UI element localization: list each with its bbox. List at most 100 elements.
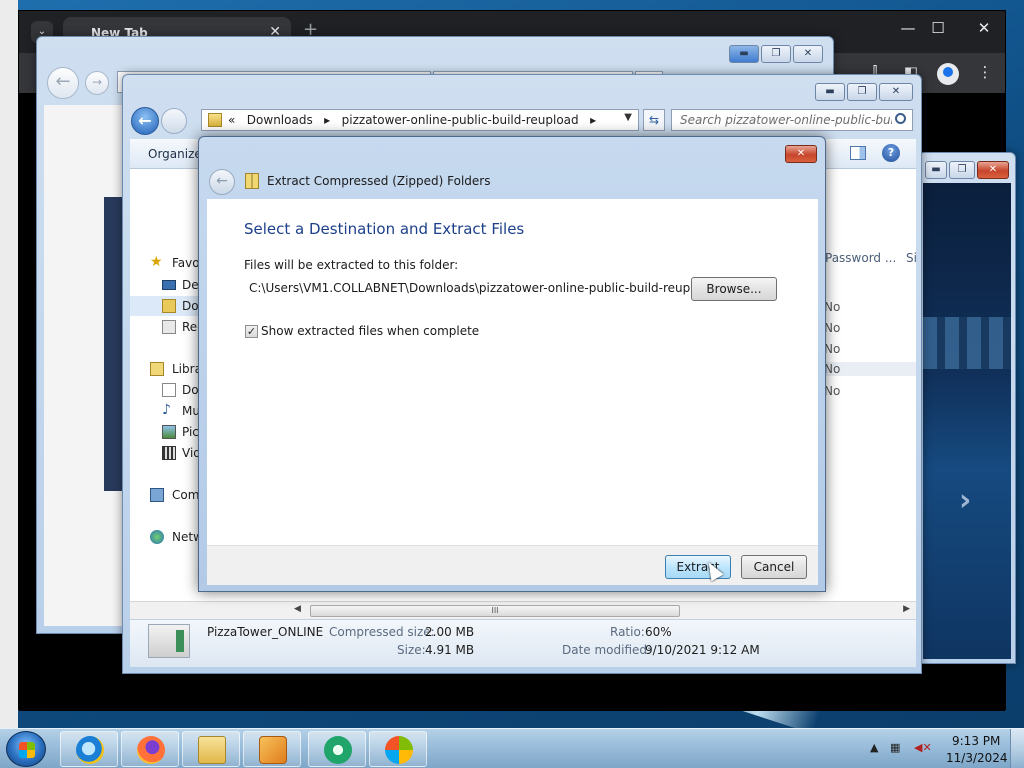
volume-muted-icon[interactable]: ◀✕ <box>914 741 932 754</box>
scrollbar-thumb[interactable]: III <box>310 605 680 617</box>
password-cell: No <box>824 384 841 398</box>
breadcrumb-separator[interactable]: ▸ <box>324 113 330 127</box>
media-close-button[interactable]: ✕ <box>977 161 1009 179</box>
browse-button[interactable]: Browse... <box>691 277 777 301</box>
windows-logo-icon <box>385 736 413 764</box>
windows-logo-icon <box>19 742 35 758</box>
nav-pictures[interactable]: Pic <box>130 422 202 442</box>
preview-pane-icon[interactable] <box>850 146 866 160</box>
breadcrumb-downloads[interactable]: Downloads <box>247 113 313 127</box>
explorer-close-button[interactable]: ✕ <box>879 83 913 101</box>
password-cell: No <box>824 300 841 314</box>
network-tray-icon[interactable]: ▦ <box>890 741 900 754</box>
tray-date[interactable]: 11/3/2024 <box>946 751 1008 765</box>
taskbar-media-player[interactable] <box>243 731 301 767</box>
nav-libraries[interactable]: Libra <box>130 359 202 379</box>
details-size-label: Size: <box>397 643 426 657</box>
dialog-body: Select a Destination and Extract Files F… <box>207 199 818 545</box>
details-file-name: PizzaTower_ONLINE <box>207 625 324 639</box>
ie-back-icon[interactable]: ← <box>47 67 79 99</box>
start-button[interactable] <box>6 731 46 767</box>
ie-close-button[interactable]: ✕ <box>793 45 823 63</box>
ie-minimize-button[interactable]: ▬ <box>729 45 759 63</box>
videos-icon <box>162 446 176 460</box>
nav-recent-places[interactable]: Rec <box>130 317 202 337</box>
organize-menu[interactable]: Organize <box>148 147 202 161</box>
taskbar-file-explorer[interactable] <box>182 731 240 767</box>
chrome-minimize-button[interactable]: — <box>893 19 923 37</box>
next-arrow-icon[interactable]: › <box>959 483 971 518</box>
taskbar-windows-app[interactable] <box>369 731 427 767</box>
destination-path-field[interactable]: C:\Users\VM1.COLLABNET\Downloads\pizzato… <box>249 281 716 295</box>
nav-favorites[interactable]: ★ Favor <box>130 253 202 273</box>
chrome-maximize-button[interactable]: ☐ <box>923 19 953 37</box>
password-cell: No <box>824 321 841 335</box>
file-list-columns: Password ... Si No No No No No <box>818 169 917 601</box>
password-cell: No <box>818 362 916 376</box>
dialog-back-icon[interactable]: ← <box>209 169 235 195</box>
ie-maximize-button[interactable]: ❐ <box>761 45 791 63</box>
password-cell: No <box>824 342 841 356</box>
network-icon <box>150 530 164 544</box>
breadcrumb-overflow[interactable]: « <box>228 113 235 127</box>
details-modified-value: 9/10/2021 9:12 AM <box>645 643 760 657</box>
taskbar-internet-explorer[interactable] <box>60 731 118 767</box>
taskbar-media-center[interactable] <box>308 731 366 767</box>
pictures-icon <box>162 425 176 439</box>
show-files-checkbox[interactable]: ✓ <box>245 325 258 338</box>
media-minimize-button[interactable]: ▬ <box>925 161 947 179</box>
explorer-maximize-button[interactable]: ❐ <box>847 83 877 101</box>
breadcrumb-separator-2[interactable]: ▸ <box>590 113 596 127</box>
show-hidden-icons[interactable]: ▲ <box>870 741 878 754</box>
details-ratio-value: 60% <box>645 625 672 639</box>
star-icon: ★ <box>150 254 163 270</box>
chrome-close-button[interactable]: ✕ <box>969 19 999 37</box>
dialog-close-button[interactable]: ✕ <box>785 145 817 163</box>
refresh-icon[interactable]: ⇆ <box>643 109 665 131</box>
nav-downloads[interactable]: Dow <box>130 296 202 316</box>
taskbar-firefox[interactable] <box>121 731 179 767</box>
destination-label: Files will be extracted to this folder: <box>244 258 459 272</box>
nav-network[interactable]: Netw <box>130 527 202 547</box>
cancel-button[interactable]: Cancel <box>741 555 807 579</box>
nav-desktop[interactable]: Des <box>130 275 202 295</box>
desktop-edge <box>0 0 18 728</box>
chrome-menu-icon[interactable]: ⋮ <box>973 63 997 81</box>
help-icon[interactable]: ? <box>882 144 900 162</box>
column-size[interactable]: Si <box>906 251 917 265</box>
ie-forward-icon[interactable]: → <box>85 71 109 95</box>
show-desktop-button[interactable] <box>1010 729 1024 768</box>
file-explorer-icon <box>198 736 226 764</box>
profile-avatar-icon[interactable] <box>937 63 959 85</box>
dialog-title: Extract Compressed (Zipped) Folders <box>267 174 491 188</box>
explorer-search-input[interactable]: Search pizzatower-online-public-build… <box>671 109 913 131</box>
horizontal-scrollbar[interactable]: ◀ III ▶ <box>130 601 916 619</box>
tray-time[interactable]: 9:13 PM <box>952 734 1000 748</box>
details-ratio-label: Ratio: <box>610 625 645 639</box>
media-maximize-button[interactable]: ❐ <box>949 161 975 179</box>
media-window: ▬ ❐ ✕ › <box>918 152 1016 664</box>
nav-music[interactable]: ♪ Mu <box>130 401 202 421</box>
search-icon[interactable] <box>895 113 906 124</box>
scroll-left-icon[interactable]: ◀ <box>294 604 301 614</box>
zip-file-icon <box>148 624 190 658</box>
nav-computer[interactable]: Com <box>130 485 202 505</box>
music-icon: ♪ <box>162 402 171 418</box>
address-breadcrumb: « Downloads ▸ pizzatower-online-public-b… <box>228 113 596 127</box>
column-password[interactable]: Password ... <box>825 251 896 265</box>
nav-documents[interactable]: Doc <box>130 380 202 400</box>
media-thumbnail-strip <box>923 317 1011 369</box>
documents-icon <box>162 383 176 397</box>
nav-videos[interactable]: Vid <box>130 443 202 463</box>
folder-icon <box>208 113 222 127</box>
breadcrumb-current-folder[interactable]: pizzatower-online-public-build-reupload <box>342 113 579 127</box>
explorer-address-bar[interactable]: « Downloads ▸ pizzatower-online-public-b… <box>201 109 639 131</box>
details-modified-label: Date modified: <box>562 643 652 657</box>
details-pane: PizzaTower_ONLINE Compressed size: 2.00 … <box>130 619 916 667</box>
address-dropdown-icon[interactable]: ▼ <box>624 112 632 123</box>
scroll-right-icon[interactable]: ▶ <box>903 604 910 614</box>
explorer-forward-icon[interactable] <box>161 108 187 134</box>
explorer-back-icon[interactable]: ← <box>131 107 159 135</box>
explorer-minimize-button[interactable]: ▬ <box>815 83 845 101</box>
show-files-checkbox-label[interactable]: Show extracted files when complete <box>261 324 479 338</box>
